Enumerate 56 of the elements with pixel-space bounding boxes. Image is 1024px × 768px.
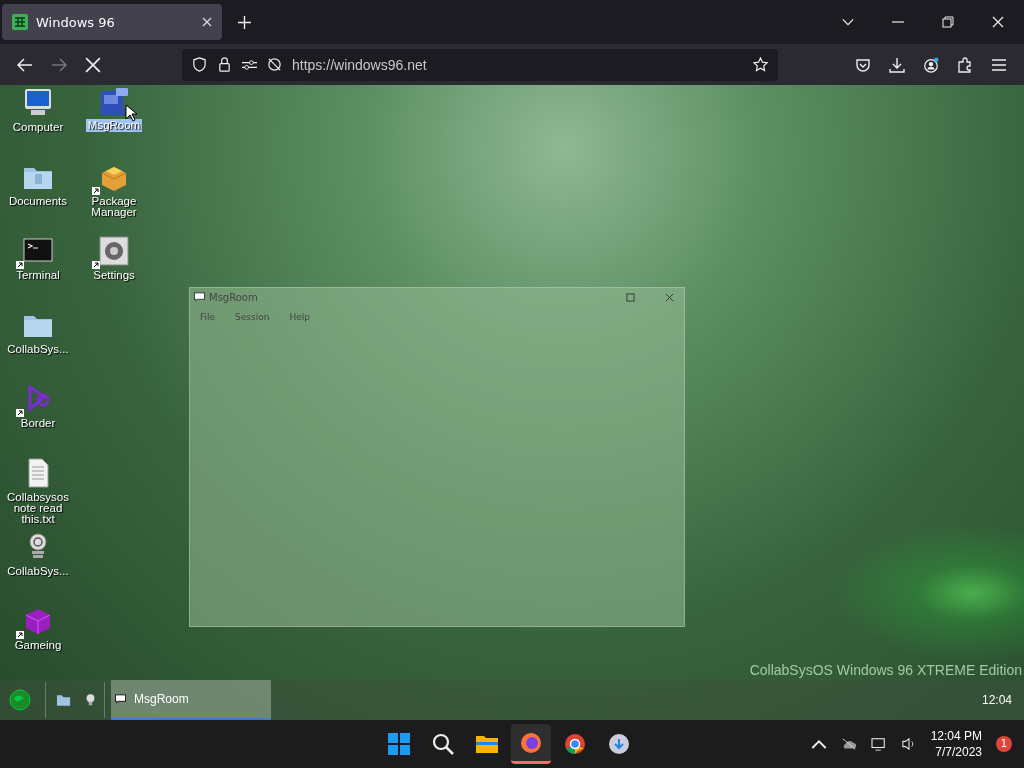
- icon-label: Package Manager: [90, 194, 138, 218]
- forward-arrow-icon[interactable]: [51, 56, 67, 73]
- star-icon[interactable]: [753, 57, 768, 72]
- notification-badge[interactable]: 1: [996, 736, 1012, 752]
- window-title: MsgRoom: [209, 291, 258, 303]
- window-grid-icon: [12, 14, 28, 30]
- edition-text: CollabSysOS Windows 96 XTREME Edition: [749, 662, 1022, 678]
- icon-label: Collabsysos note read this.txt: [6, 490, 70, 525]
- icon-label: Gameing: [13, 638, 63, 651]
- tab-title: Windows 96: [36, 14, 116, 30]
- back-arrow-icon[interactable]: [17, 56, 33, 73]
- pocket-icon[interactable]: [855, 56, 871, 73]
- icon-label: Terminal: [15, 268, 61, 281]
- new-tab-icon[interactable]: [238, 15, 251, 29]
- menu-item[interactable]: Session: [235, 312, 270, 322]
- chevron-down-icon[interactable]: [842, 16, 854, 28]
- account-icon[interactable]: [923, 56, 939, 73]
- clock: 12:04: [981, 693, 1012, 707]
- browser-icon: [519, 730, 543, 755]
- address-bar[interactable]: https://windows96.net: [182, 48, 778, 81]
- menu-icon[interactable]: [991, 56, 1007, 73]
- date: 7/7/2023: [935, 744, 982, 760]
- settings-icon[interactable]: [98, 235, 130, 267]
- chat-bubble-icon: [194, 292, 205, 302]
- icon-label: Border: [19, 416, 57, 429]
- tracking-blocked-icon: [267, 57, 282, 72]
- restore-icon[interactable]: [942, 16, 954, 28]
- menu-item[interactable]: Help: [289, 312, 310, 322]
- browser-tab[interactable]: Windows 96: [2, 4, 222, 40]
- time: 12:04 PM: [930, 728, 982, 744]
- search-icon: [431, 732, 455, 756]
- puzzle-piece-icon[interactable]: [957, 56, 973, 73]
- cloud-off-icon[interactable]: [840, 737, 857, 751]
- date-time[interactable]: 12:04 PM 7/7/2023: [930, 728, 982, 760]
- taskbar-button[interactable]: MsgRoom: [111, 680, 271, 720]
- sliders-icon: [242, 57, 257, 72]
- icon-label: Documents: [7, 194, 69, 207]
- chat-bubble-icon: [115, 694, 126, 704]
- icon-label: Settings: [92, 268, 136, 281]
- padlock-icon: [217, 57, 232, 72]
- icon-label: MsgRoom: [85, 119, 143, 132]
- icon-label: CollabSys...: [6, 342, 70, 355]
- network-icon[interactable]: [870, 737, 887, 751]
- windows-logo-icon: [387, 732, 411, 756]
- task-label: MsgRoom: [134, 692, 189, 706]
- menu-item[interactable]: File: [200, 312, 216, 322]
- icon-label: Computer: [11, 120, 65, 133]
- download-icon[interactable]: [889, 56, 905, 73]
- globe-icon[interactable]: [9, 689, 31, 711]
- browser-icon: [563, 732, 587, 756]
- stop-icon[interactable]: [85, 56, 101, 73]
- folder-icon[interactable]: [56, 693, 71, 707]
- mouse-cursor-icon: [125, 104, 137, 122]
- icon-label: CollabSys...: [6, 564, 70, 577]
- shield-icon: [192, 57, 207, 72]
- url-text: https://windows96.net: [292, 56, 427, 73]
